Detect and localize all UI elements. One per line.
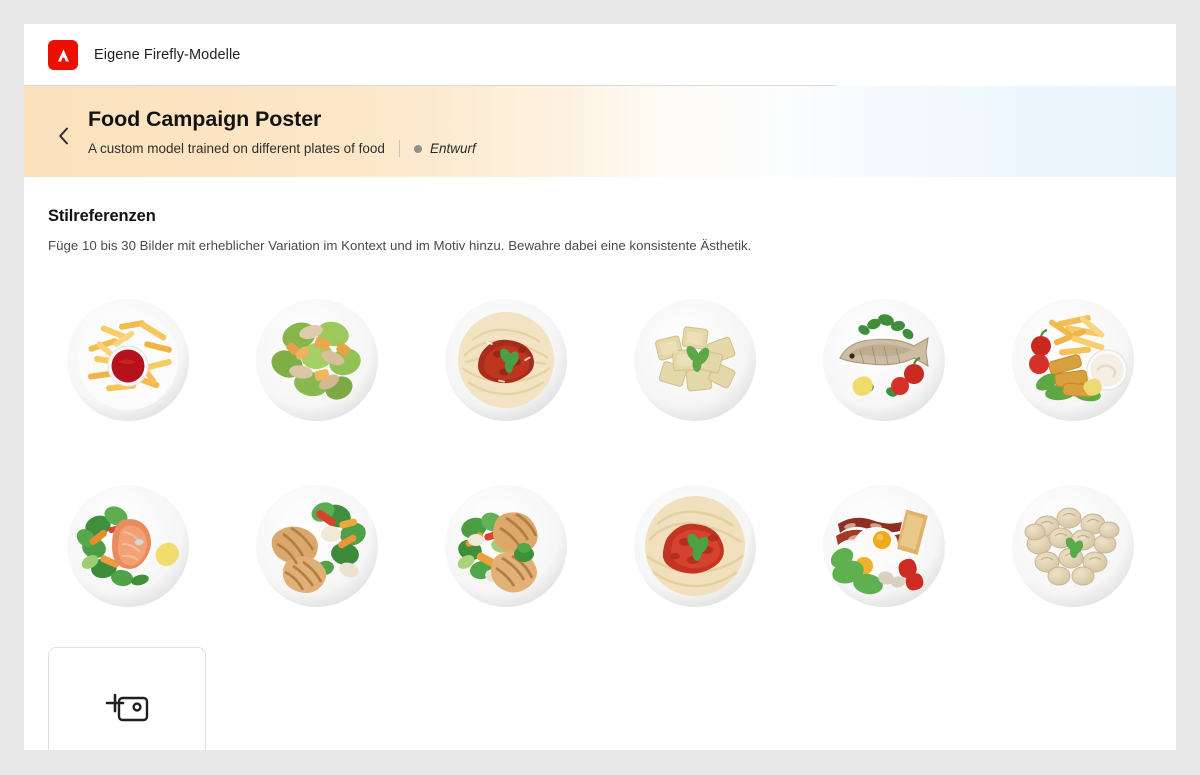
reference-image-fish-sticks-fries[interactable] [993,281,1152,439]
banner-subtitle-row: A custom model trained on different plat… [88,140,476,158]
status-badge: Entwurf [413,141,476,157]
top-bar: Eigene Firefly-Modelle [24,24,1176,86]
plate-image [253,482,381,610]
reference-image-caesar-salad[interactable] [237,281,396,439]
reference-image-english-breakfast[interactable] [804,467,963,625]
reference-image-dumplings[interactable] [993,467,1152,625]
reference-image-pasta-tomato[interactable] [615,467,774,625]
page-title: Food Campaign Poster [88,106,322,131]
plate-image [64,296,192,424]
model-header-banner: Food Campaign Poster A custom model trai… [24,86,1176,177]
plate-image [820,296,948,424]
reference-image-spaghetti-bolognese[interactable] [426,281,585,439]
reference-image-grilled-chicken[interactable] [237,467,396,625]
plate-image [442,482,570,610]
section-title: Stilreferenzen [48,207,156,225]
add-image-icon [105,693,149,722]
topbar-title: Eigene Firefly-Modelle [94,47,241,63]
main-content: Stilreferenzen Füge 10 bis 30 Bilder mit… [24,177,1176,750]
reference-image-grilled-meat-veg[interactable] [426,467,585,625]
plate-image [64,482,192,610]
style-reference-grid [48,281,1152,625]
plate-image [820,482,948,610]
status-dot-icon [413,144,422,153]
model-description: A custom model trained on different plat… [88,141,385,157]
back-button[interactable] [46,119,80,145]
upload-row [48,647,1152,750]
banner-text-block: Food Campaign Poster A custom model trai… [88,106,476,158]
reference-image-grilled-fish[interactable] [804,281,963,439]
plate-image [631,482,759,610]
plate-image [631,296,759,424]
reference-image-salmon-steak[interactable] [48,467,207,625]
status-label: Entwurf [429,141,476,157]
add-image-card[interactable] [48,647,206,750]
subtitle-divider [398,140,400,158]
plate-image [253,296,381,424]
plate-image [1009,296,1137,424]
plate-image [1009,482,1137,610]
app-window: Eigene Firefly-Modelle Food Campaign Pos… [24,24,1176,750]
chevron-left-icon [58,127,68,144]
section-description: Füge 10 bis 30 Bilder mit erheblicher Va… [48,238,752,253]
adobe-logo-icon[interactable] [48,40,78,70]
reference-image-ravioli[interactable] [615,281,774,439]
plate-image [442,296,570,424]
reference-image-fries-ketchup[interactable] [48,281,207,439]
